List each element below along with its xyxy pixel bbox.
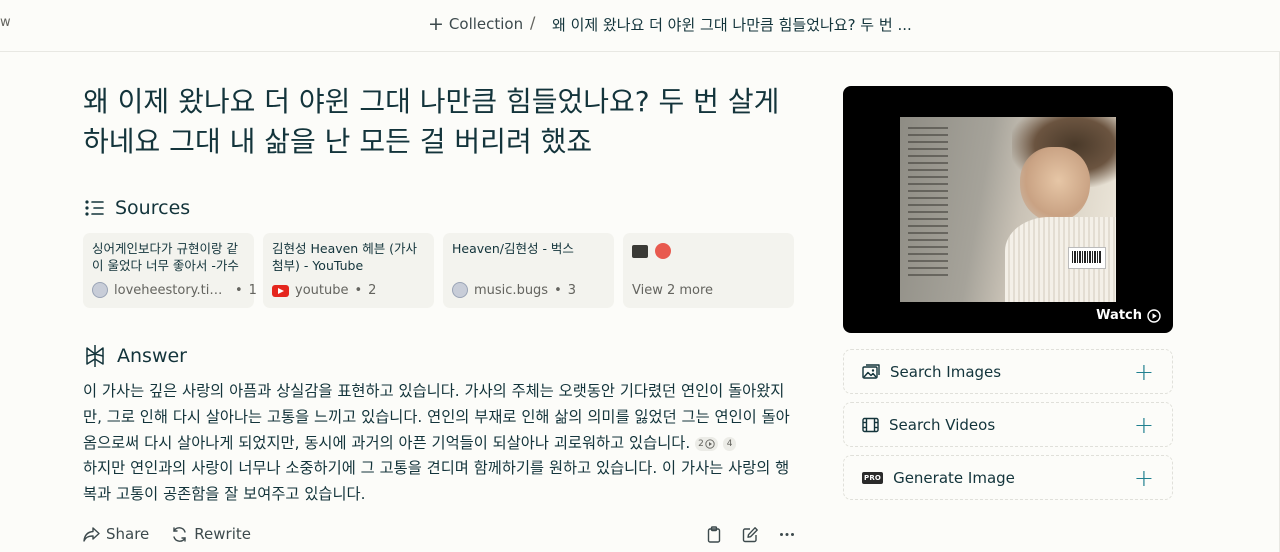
globe-favicon-icon [92, 282, 108, 298]
film-icon [862, 417, 879, 432]
add-to-collection-button[interactable]: + Collection [428, 13, 523, 35]
sources-list: 싱어게인보다가 규현이랑 같이 울었다 너무 좋아서 -가수 김... love… [83, 233, 794, 308]
rewrite-button[interactable]: Rewrite [171, 525, 251, 543]
source-title: Heaven/김현성 - 벅스 [452, 241, 574, 256]
answer-logo-icon [86, 345, 104, 367]
plus-icon: + [428, 12, 444, 35]
ellipsis-icon [780, 532, 794, 536]
thread-title[interactable]: 왜 이제 왔나요 더 야윈 그대 나만큼 힘들었나요? 두 번 ... [552, 14, 912, 35]
source-index: 3 [567, 282, 577, 298]
folder-icon [632, 244, 648, 258]
source-meta: music.bugs • 3 [452, 282, 576, 298]
search-images-button[interactable]: Search Images + [843, 349, 1173, 394]
source-site: youtube [295, 283, 349, 298]
sources-heading: Sources [83, 197, 190, 219]
source-title: 싱어게인보다가 규현이랑 같이 울었다 너무 좋아서 -가수 김... [92, 241, 239, 273]
play-circle-icon [1147, 308, 1161, 323]
answer-action-bar: Share Rewrite [83, 522, 795, 546]
share-icon [83, 526, 100, 542]
sources-title: Sources [115, 197, 191, 219]
plus-icon: + [1133, 410, 1154, 439]
view-more-sources-card[interactable]: View 2 more [623, 233, 794, 308]
search-images-label: Search Images [890, 362, 1002, 381]
question-heading: 왜 이제 왔나요 더 야윈 그대 나만큼 힘들었나요? 두 번 살게 하네요 그… [83, 85, 780, 158]
source-card[interactable]: 김현성 Heaven 헤븐 (가사 첨부) - YouTube youtube … [263, 233, 434, 308]
source-meta: loveheestory.tisto... • 1 [92, 282, 257, 298]
top-bar: w + Collection / 왜 이제 왔나요 더 야윈 그대 나만큼 힘들… [0, 0, 1280, 52]
citation-number: 2 [698, 438, 704, 449]
edit-button[interactable] [742, 526, 759, 543]
source-dot: • [235, 282, 243, 298]
source-card[interactable]: Heaven/김현성 - 벅스 music.bugs • 3 [443, 233, 614, 308]
generate-image-label: Generate Image [893, 468, 1015, 487]
answer-paragraph-1: 이 가사는 깊은 사랑의 아픔과 상실감을 표현하고 있습니다. 가사의 주체는… [83, 382, 790, 452]
answer-paragraph-2: 하지만 연인과의 사랑이 너무나 소중하기에 그 고통을 견디며 함께하기를 원… [83, 459, 790, 504]
copy-button[interactable] [706, 525, 722, 543]
pro-badge: PRO [862, 471, 884, 484]
answer-heading: Answer [83, 344, 187, 368]
citation-badge[interactable]: 2 [695, 437, 718, 452]
share-button[interactable]: Share [83, 525, 149, 543]
search-videos-label: Search Videos [889, 415, 996, 434]
album-tracklist-graphic [908, 127, 948, 281]
answer-title: Answer [117, 345, 187, 367]
more-options-button[interactable] [779, 526, 795, 543]
rewrite-label: Rewrite [194, 525, 251, 543]
collection-label: Collection [448, 15, 524, 33]
citation-badge[interactable]: 4 [722, 436, 737, 451]
source-site: music.bugs [474, 282, 549, 298]
source-dot: • [554, 282, 562, 298]
youtube-icon [272, 284, 289, 297]
share-label: Share [106, 525, 150, 543]
source-dot: • [354, 283, 363, 298]
album-face-graphic [1020, 147, 1090, 222]
generate-image-button[interactable]: PRO Generate Image + [843, 455, 1173, 500]
source-meta: youtube • 2 [272, 283, 376, 298]
image-icon [862, 363, 880, 379]
source-site: loveheestory.tisto... [114, 282, 229, 298]
source-index: 1 [248, 282, 257, 298]
edit-icon [742, 526, 758, 542]
rewrite-icon [173, 526, 186, 542]
breadcrumb-separator: / [530, 13, 536, 32]
globe-favicon-icon [452, 282, 468, 298]
cut-off-nav-text[interactable]: w [0, 15, 11, 30]
red-favicon-icon [655, 243, 671, 259]
barcode-graphic [1068, 247, 1106, 269]
watch-button[interactable]: Watch [1096, 308, 1161, 323]
source-title: 김현성 Heaven 헤븐 (가사 첨부) - YouTube [272, 241, 418, 273]
search-videos-button[interactable]: Search Videos + [843, 402, 1173, 447]
more-source-icons [632, 242, 785, 260]
view-more-label: View 2 more [632, 283, 714, 298]
source-card[interactable]: 싱어게인보다가 규현이랑 같이 울었다 너무 좋아서 -가수 김... love… [83, 233, 257, 308]
album-cover-image [900, 117, 1116, 302]
answer-text: 이 가사는 깊은 사랑의 아픔과 상실감을 표현하고 있습니다. 가사의 주체는… [83, 379, 795, 508]
plus-icon: + [1133, 357, 1154, 386]
sources-icon [85, 200, 104, 216]
plus-icon: + [1133, 463, 1154, 492]
play-circle-icon [705, 439, 715, 450]
source-index: 2 [368, 283, 377, 298]
clipboard-icon [707, 525, 721, 543]
watch-label: Watch [1096, 308, 1142, 323]
video-thumbnail[interactable]: Watch [843, 86, 1173, 333]
